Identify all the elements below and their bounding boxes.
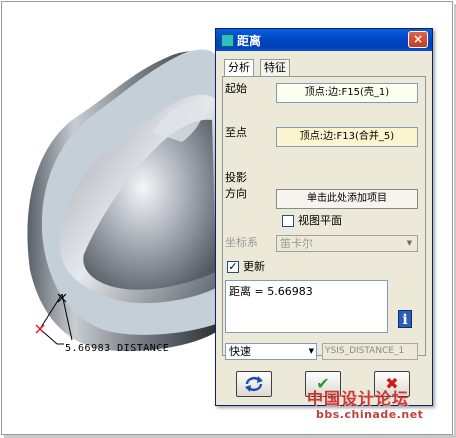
to-reference-field[interactable]: 顶点:边:F13(合并_5) xyxy=(276,127,418,147)
repeat-button[interactable] xyxy=(236,371,272,397)
mode-select[interactable]: 快速 ▼ xyxy=(225,343,317,360)
update-checkbox[interactable]: ✓ xyxy=(227,261,239,273)
chevron-down-icon: ▼ xyxy=(406,239,413,247)
distance-dialog: 距离 × 分析 特征 起始 顶点:边:F15(壳_1) 至点 顶点:边:F13(… xyxy=(215,28,433,406)
watermark-site-name: 中国设计论坛 xyxy=(307,389,410,408)
dialog-title: 距离 xyxy=(237,34,262,48)
watermark-url: bbs.chinade.net xyxy=(316,408,424,421)
mode-value: 快速 xyxy=(229,345,251,358)
result-text-area[interactable]: 距离 = 5.66983 xyxy=(225,280,388,333)
close-button[interactable]: × xyxy=(408,31,428,48)
update-label: 更新 xyxy=(243,260,265,273)
csys-dropdown[interactable]: 笛卡尔 ▼ xyxy=(276,235,418,252)
view-plane-checkbox[interactable] xyxy=(282,215,294,227)
result-value: 距离 = 5.66983 xyxy=(229,285,313,298)
from-label: 起始 xyxy=(225,82,247,95)
tab-feature[interactable]: 特征 xyxy=(260,59,290,76)
from-reference-field[interactable]: 顶点:边:F15(壳_1) xyxy=(276,83,418,103)
csys-value: 笛卡尔 xyxy=(280,237,313,250)
dialog-titlebar[interactable]: 距离 × xyxy=(216,29,432,51)
tab-analysis[interactable]: 分析 xyxy=(224,59,254,77)
projection-label-line1: 投影 xyxy=(225,171,247,184)
analysis-name-field[interactable]: YSIS_DISTANCE_1 xyxy=(322,343,418,360)
to-label: 至点 xyxy=(225,126,247,139)
csys-label: 坐标系 xyxy=(225,236,258,249)
chevron-down-icon: ▼ xyxy=(308,347,314,355)
info-icon[interactable]: i xyxy=(398,310,412,328)
view-plane-label: 视图平面 xyxy=(298,214,342,227)
projection-add-item-button[interactable]: 单击此处添加项目 xyxy=(276,189,418,209)
dialog-app-icon xyxy=(221,34,234,47)
projection-label-line2: 方向 xyxy=(225,187,247,200)
dimension-label: 5.66983 DISTANCE xyxy=(65,343,170,354)
checkmark-icon: ✓ xyxy=(228,260,238,273)
repeat-icon xyxy=(245,376,263,392)
